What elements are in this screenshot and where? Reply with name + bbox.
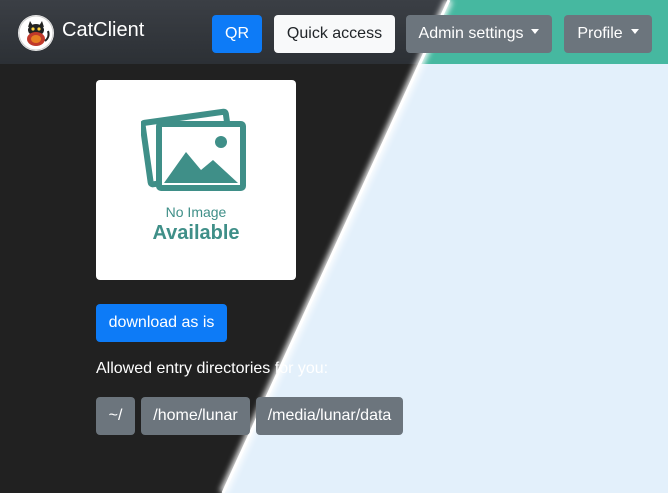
download-button[interactable]: download as is [96, 304, 227, 342]
placeholder-line2: Available [152, 222, 240, 244]
image-placeholder-icon [141, 108, 246, 191]
directory-button-media-lunar-data[interactable]: /media/lunar/data [256, 397, 403, 435]
image-preview: No Image Available [96, 80, 296, 280]
directory-button-home-tilde[interactable]: ~/ [96, 397, 135, 435]
main-content: No Image Available download as is Allowe… [0, 0, 668, 493]
directory-button-home-lunar[interactable]: /home/lunar [141, 397, 250, 435]
placeholder-line1: No Image [165, 204, 227, 220]
app-root: CatClient QR Quick access Admin settings… [0, 0, 668, 493]
allowed-directories-label: Allowed entry directories for you: [96, 360, 329, 377]
